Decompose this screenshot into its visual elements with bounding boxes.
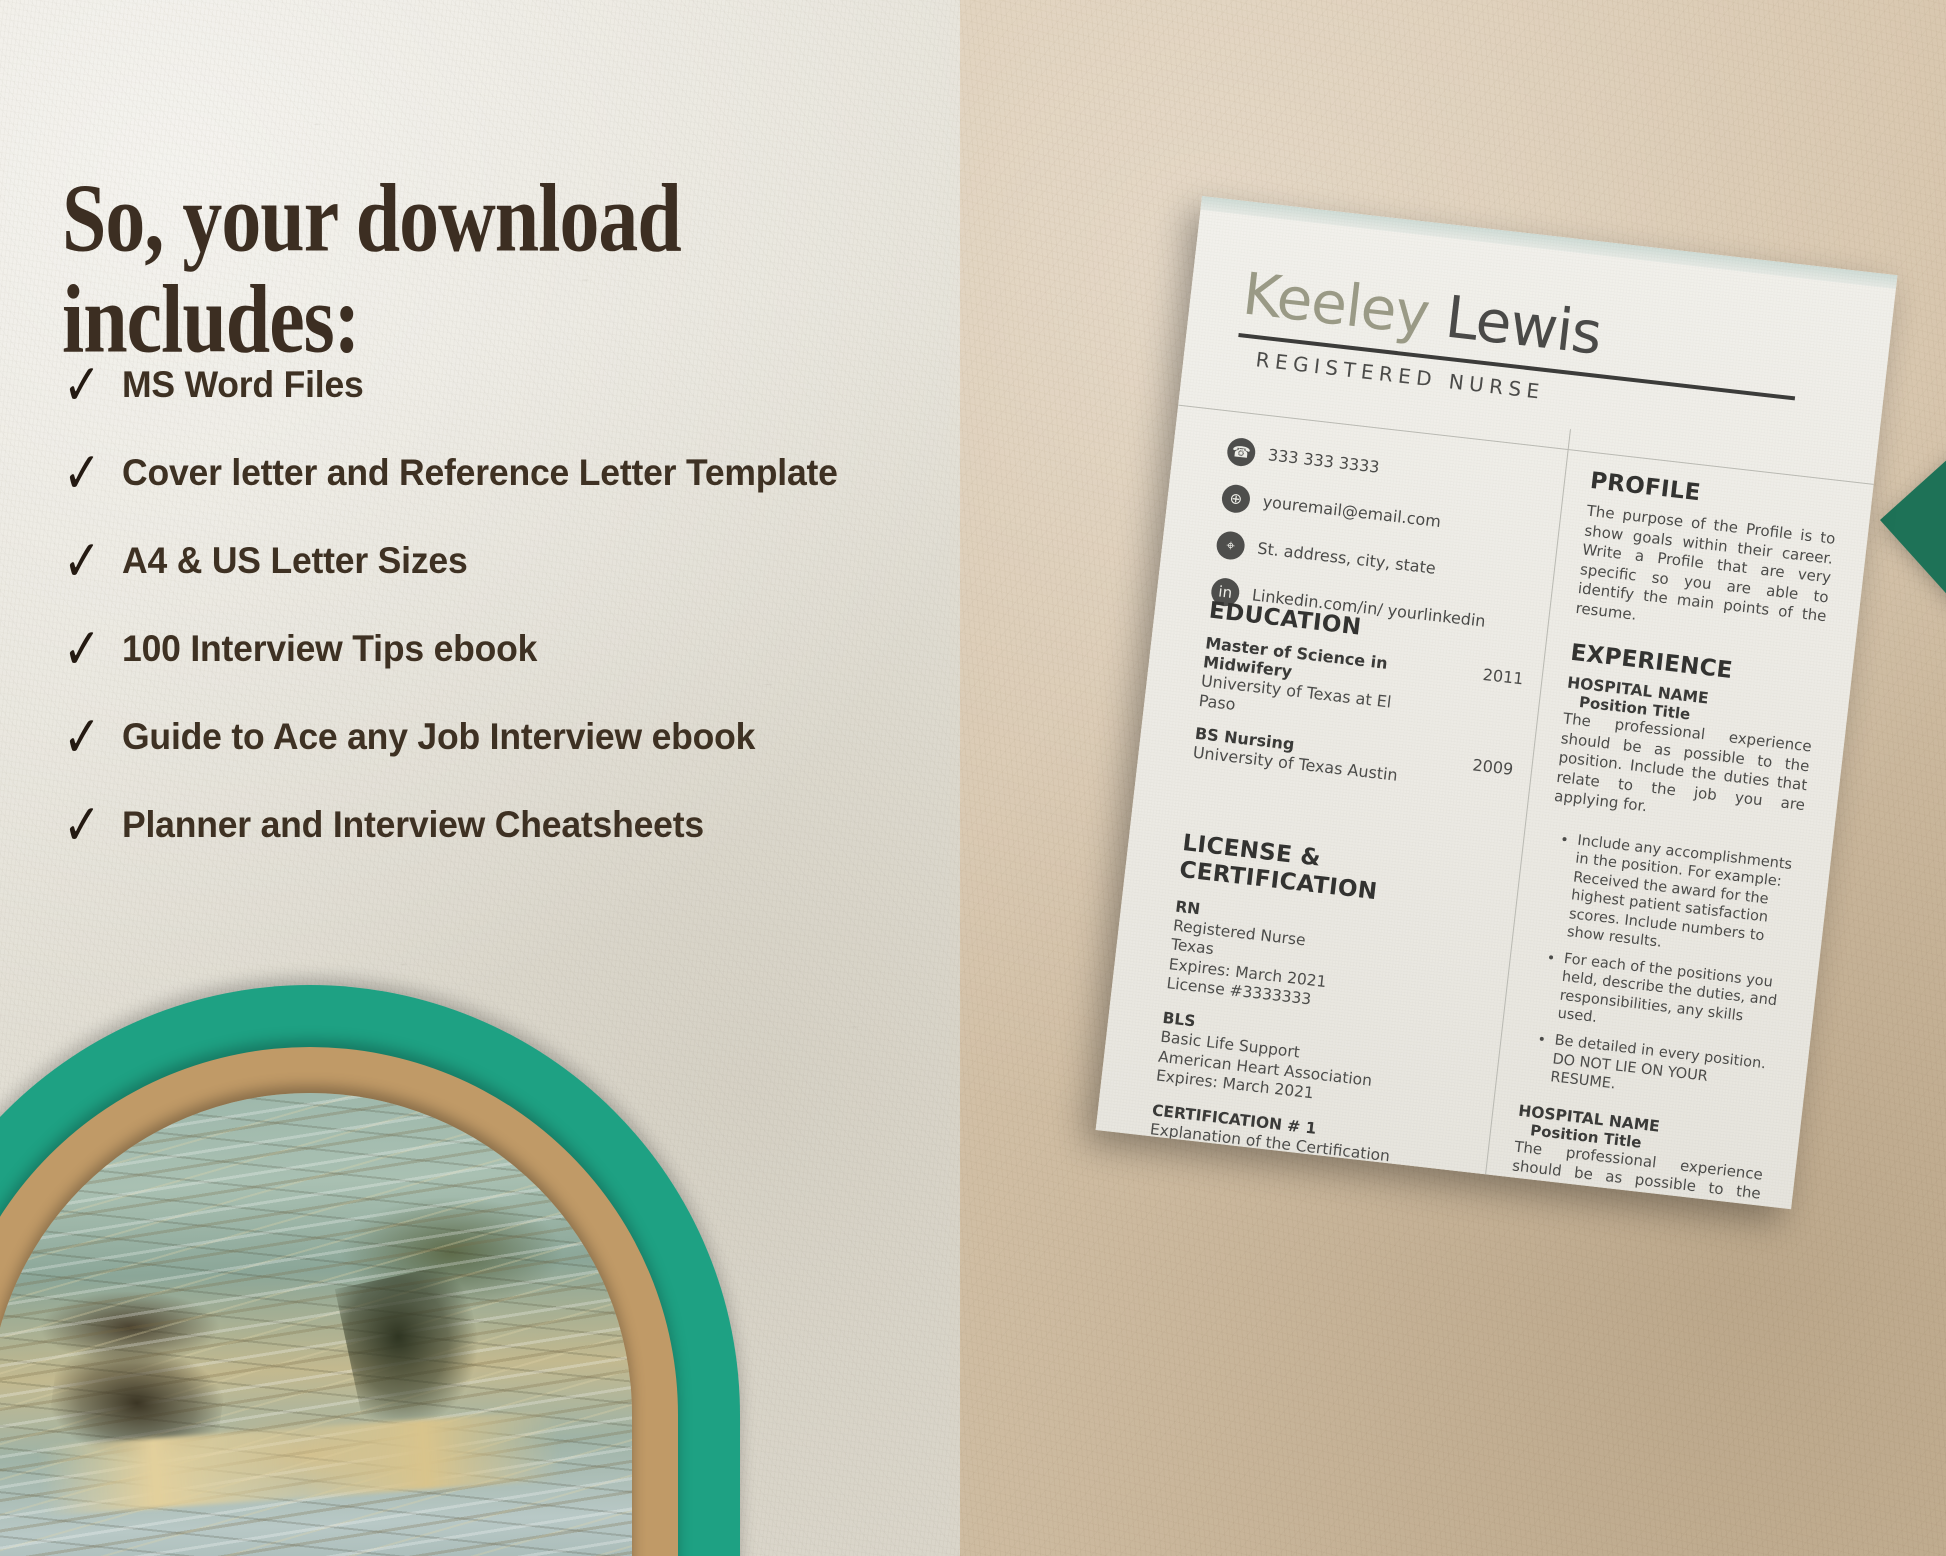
resume-card: Keeley Lewis REGISTERED NURSE ☎ 333 333 … — [1095, 196, 1898, 1210]
papercut-arch-artwork — [0, 985, 780, 1556]
phone-icon: ☎ — [1225, 436, 1257, 468]
education-year: 2011 — [1481, 664, 1525, 689]
experience-bullet: Include any accomplishments in the posit… — [1566, 831, 1799, 967]
list-item: ✓ 100 Interview Tips ebook — [60, 612, 960, 686]
location-pin-icon: ⌖ — [1215, 529, 1247, 561]
contact-value: youremail@email.com — [1261, 491, 1442, 532]
list-item: ✓ MS Word Files — [60, 348, 960, 422]
experience-item: HOSPITAL NAME Position Title The profess… — [1522, 674, 1817, 1112]
list-item: ✓ Guide to Ace any Job Interview ebook — [60, 700, 960, 774]
experience-bullet: For each of the positions you held, desc… — [1557, 950, 1786, 1049]
list-item: ✓ A4 & US Letter Sizes — [60, 524, 960, 598]
poster-canvas: So, your download includes: ✓ MS Word Fi… — [0, 0, 1946, 1556]
list-item-label: Guide to Ace any Job Interview ebook — [122, 716, 756, 757]
list-item-label: Cover letter and Reference Letter Templa… — [122, 452, 838, 493]
page-title: So, your download includes: — [62, 164, 682, 374]
left-paper-panel: So, your download includes: ✓ MS Word Fi… — [0, 0, 960, 1556]
profile-body: The purpose of the Profile is to show go… — [1574, 501, 1837, 626]
feature-list: ✓ MS Word Files ✓ Cover letter and Refer… — [60, 348, 960, 876]
license-item: BLS Basic Life Support American Heart As… — [1155, 1009, 1482, 1122]
checkmark-icon: ✓ — [63, 615, 101, 683]
checkmark-icon: ✓ — [63, 351, 101, 419]
list-item-label: MS Word Files — [122, 364, 364, 405]
checkmark-icon: ✓ — [63, 703, 101, 771]
list-item-label: 100 Interview Tips ebook — [122, 628, 538, 669]
checkmark-icon: ✓ — [63, 439, 101, 507]
contact-value: St. address, city, state — [1256, 538, 1437, 578]
arch-layer-agate-photo — [0, 1093, 632, 1556]
list-item-label: A4 & US Letter Sizes — [122, 540, 468, 581]
list-item: ✓ Cover letter and Reference Letter Temp… — [60, 436, 960, 510]
experience-bullet-list: Include any accomplishments in the posit… — [1549, 831, 1799, 1112]
list-item-label: Planner and Interview Cheatsheets — [122, 804, 704, 845]
education-year: 2009 — [1471, 755, 1515, 779]
globe-icon: ⊕ — [1220, 483, 1252, 515]
list-item: ✓ Planner and Interview Cheatsheets — [60, 788, 960, 862]
checkmark-icon: ✓ — [63, 791, 101, 859]
checkmark-icon: ✓ — [63, 527, 101, 595]
